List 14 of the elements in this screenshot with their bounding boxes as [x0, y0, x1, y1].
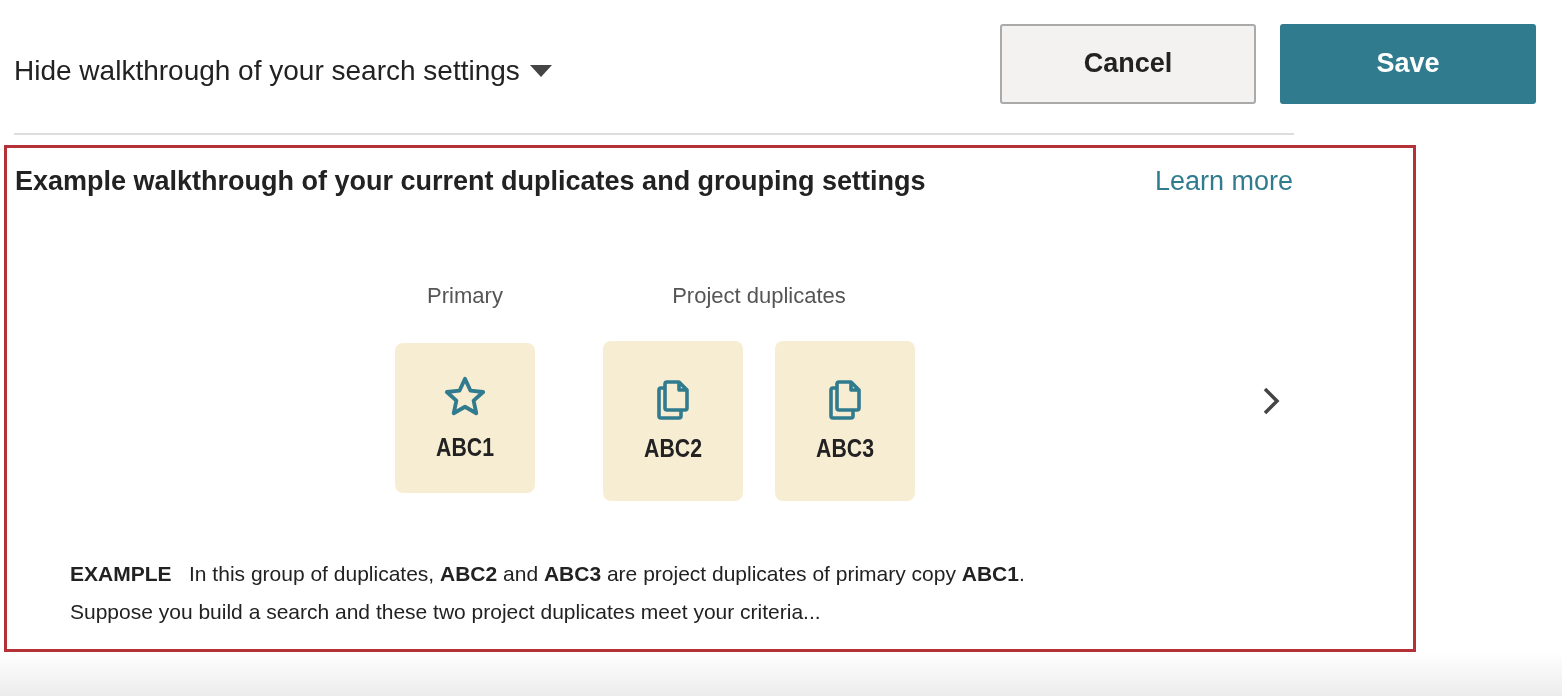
walkthrough-toggle[interactable]: Hide walkthrough of your search settings — [14, 54, 552, 87]
copy-icon — [827, 379, 863, 420]
card-label: ABC2 — [644, 433, 702, 463]
walkthrough-title: Example walkthrough of your current duplicates and grouping settings — [15, 166, 926, 197]
example-text: Suppose you build a search and these two project duplicates meet your criteria... — [70, 599, 822, 625]
learn-more-link[interactable]: Learn more — [1154, 166, 1293, 197]
cancel-button[interactable]: Cancel — [1000, 23, 1256, 104]
save-button[interactable]: Save — [1280, 23, 1536, 104]
example-text: EXAMPLE In this group of duplicates, ABC2 and ABC3 are project duplicates of primary copy ABC1. — [70, 561, 1026, 587]
group-label: Primary — [427, 283, 503, 309]
copy-icon — [655, 379, 691, 420]
group-label: Project duplicates — [672, 283, 846, 309]
card-label: ABC1 — [436, 432, 494, 462]
card-label: ABC3 — [816, 433, 874, 463]
